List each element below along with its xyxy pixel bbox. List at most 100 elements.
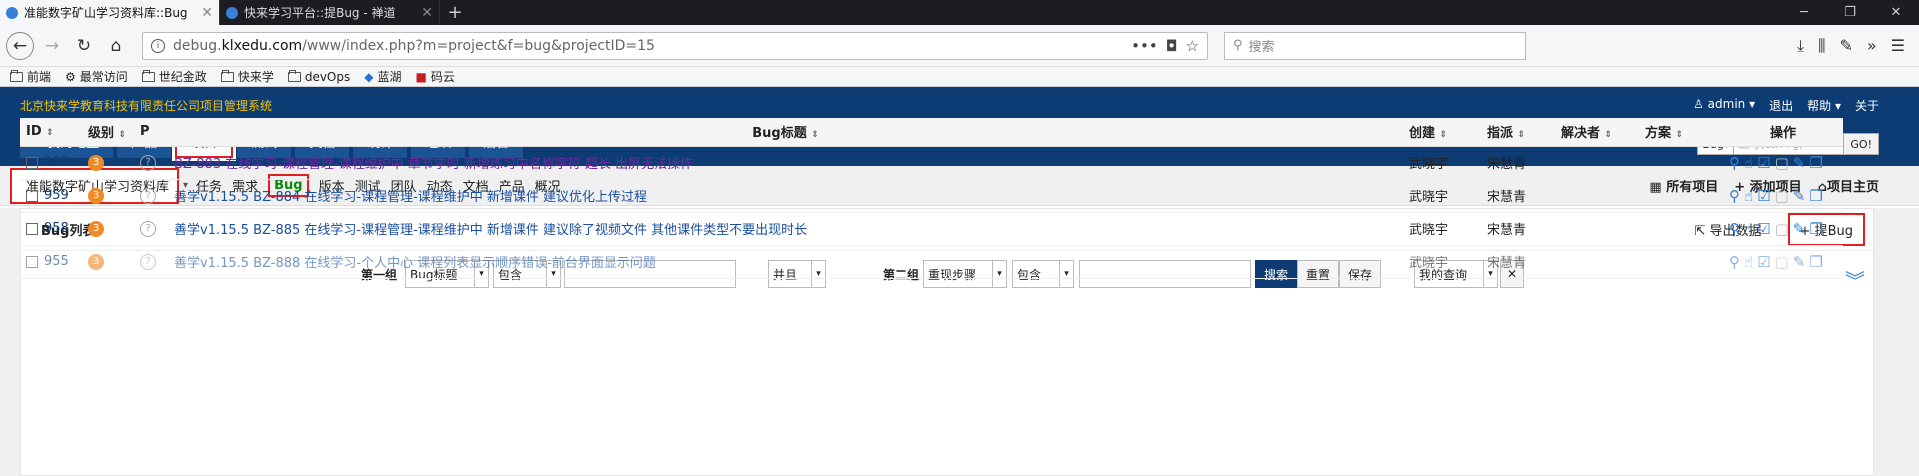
resolver-cell bbox=[1555, 179, 1639, 213]
copy-icon[interactable]: ❐ bbox=[1809, 253, 1826, 271]
browser-tab-2[interactable]: 快来学习平台::提Bug - 禅道 ✕ bbox=[220, 0, 440, 25]
bug-title-link[interactable]: BZ-883 在线学习-课程管理-课程维护中 章节学时 新增练习中名称字符 超长… bbox=[174, 157, 693, 172]
collapse-search-icon[interactable]: ︾ bbox=[1845, 265, 1865, 294]
bug-id-link[interactable]: 960 bbox=[44, 155, 69, 170]
close-bug-icon[interactable]: ▢ bbox=[1775, 220, 1793, 238]
col-id[interactable]: ID ⇕ bbox=[20, 118, 82, 147]
bug-title-link[interactable]: 善学v1.15.5 BZ-888 在线学习-个人中心 课程列表显示顺序错误-前台… bbox=[174, 256, 656, 271]
assignee-cell[interactable]: 宋慧青 bbox=[1481, 146, 1555, 180]
assignee-cell[interactable]: 宋慧青 bbox=[1481, 212, 1555, 246]
assign-icon[interactable]: ☝ bbox=[1744, 187, 1757, 205]
library-icon[interactable]: ⫼ bbox=[1818, 36, 1825, 56]
assign-icon[interactable]: ☝ bbox=[1744, 220, 1757, 238]
creator-cell: 武晓宇 bbox=[1403, 245, 1481, 279]
bug-id-link[interactable]: 958 bbox=[44, 221, 69, 236]
col-creator[interactable]: 创建 ⇕ bbox=[1403, 118, 1481, 147]
resolution-cell bbox=[1639, 212, 1723, 246]
assignee-cell[interactable]: 宋慧青 bbox=[1481, 245, 1555, 279]
col-title[interactable]: Bug标题 ⇕ bbox=[168, 118, 1403, 147]
minimize-icon[interactable]: ─ bbox=[1781, 0, 1827, 25]
more-icon[interactable]: ••• bbox=[1131, 37, 1158, 55]
close-icon[interactable]: ✕ bbox=[201, 5, 213, 21]
browser-search-input[interactable]: ⚲ 搜索 bbox=[1224, 31, 1526, 60]
browser-navbar: ← → ↻ ⌂ i debug.klxedu.com/www/index.php… bbox=[0, 25, 1919, 67]
new-tab-button[interactable]: + bbox=[440, 0, 470, 25]
menu-icon[interactable]: ☰ bbox=[1891, 36, 1905, 56]
browser-tab-1[interactable]: 准能数字矿山学习资料库::Bug ✕ bbox=[0, 0, 220, 25]
bookmark-item[interactable]: devOps bbox=[287, 69, 350, 84]
resolve-icon[interactable]: ☑ bbox=[1757, 220, 1774, 238]
edit-icon[interactable]: ✎ bbox=[1793, 253, 1810, 271]
row-checkbox[interactable] bbox=[26, 189, 38, 202]
url-bar[interactable]: i debug.klxedu.com/www/index.php?m=proje… bbox=[142, 31, 1208, 60]
close-bug-icon[interactable]: ▢ bbox=[1775, 154, 1793, 172]
row-checkbox[interactable] bbox=[26, 156, 38, 169]
help-menu[interactable]: 帮助 ▾ bbox=[1807, 97, 1841, 114]
overflow-icon[interactable]: » bbox=[1867, 36, 1877, 56]
star-icon[interactable]: ☆ bbox=[1186, 37, 1199, 55]
copy-icon[interactable]: ❐ bbox=[1809, 154, 1826, 172]
confirm-icon[interactable]: ⚲ bbox=[1729, 253, 1744, 271]
assignee-cell[interactable]: 宋慧青 bbox=[1481, 179, 1555, 213]
resolve-icon[interactable]: ☑ bbox=[1757, 187, 1774, 205]
confirm-icon[interactable]: ⚲ bbox=[1729, 220, 1744, 238]
bug-title-link[interactable]: 善学v1.15.5 BZ-885 在线学习-课程管理-课程维护中 新增课件 建议… bbox=[174, 223, 807, 238]
user-menu[interactable]: ♙ admin ▾ bbox=[1693, 97, 1755, 114]
wrench-icon[interactable]: ✎ bbox=[1839, 36, 1852, 56]
copy-icon[interactable]: ❐ bbox=[1809, 187, 1826, 205]
col-severity[interactable]: 级别 ⇕ bbox=[82, 118, 134, 147]
user-icon: ♙ bbox=[1693, 97, 1704, 111]
gear-icon: ⚙ bbox=[65, 69, 76, 84]
gitee-icon: ■ bbox=[415, 69, 427, 84]
col-priority[interactable]: P bbox=[134, 118, 168, 147]
logout-link[interactable]: 退出 bbox=[1769, 97, 1793, 114]
bookmark-item[interactable]: 世纪金政 bbox=[141, 68, 207, 85]
bug-title-link[interactable]: 善学v1.15.5 BZ-884 在线学习-课程管理-课程维护中 新增课件 建议… bbox=[174, 190, 647, 205]
copy-icon[interactable]: ❐ bbox=[1809, 220, 1826, 238]
bug-table: ID ⇕ 级别 ⇕ P Bug标题 ⇕ 创建 ⇕ 指派 ⇕ 解决者 ⇕ 方案 ⇕… bbox=[20, 118, 1843, 279]
close-icon[interactable]: ✕ bbox=[421, 5, 433, 21]
back-icon[interactable]: ← bbox=[6, 31, 34, 60]
resolution-cell bbox=[1639, 245, 1723, 279]
confirm-icon[interactable]: ⚲ bbox=[1729, 154, 1744, 172]
creator-cell: 武晓宇 bbox=[1403, 179, 1481, 213]
bug-id-link[interactable]: 959 bbox=[44, 188, 69, 203]
edit-icon[interactable]: ✎ bbox=[1793, 154, 1810, 172]
about-link[interactable]: 关于 bbox=[1855, 97, 1879, 114]
resolution-cell bbox=[1639, 146, 1723, 180]
bookmark-item[interactable]: 前端 bbox=[10, 68, 51, 85]
url-text[interactable]: debug.klxedu.com/www/index.php?m=project… bbox=[173, 38, 1123, 54]
quickgo-button[interactable]: GO! bbox=[1844, 133, 1879, 155]
bookmark-item[interactable]: 快来学 bbox=[220, 68, 274, 85]
close-bug-icon[interactable]: ▢ bbox=[1775, 253, 1793, 271]
bookmark-item[interactable]: ⚙ 最常访问 bbox=[65, 68, 128, 85]
close-bug-icon[interactable]: ▢ bbox=[1775, 187, 1793, 205]
assign-icon[interactable]: ☝ bbox=[1744, 154, 1757, 172]
resolve-icon[interactable]: ☑ bbox=[1757, 154, 1774, 172]
col-resolution[interactable]: 方案 ⇕ bbox=[1639, 118, 1723, 147]
bug-id-link[interactable]: 955 bbox=[44, 254, 69, 269]
user-bar: ♙ admin ▾ 退出 帮助 ▾ 关于 bbox=[1693, 97, 1879, 114]
edit-icon[interactable]: ✎ bbox=[1793, 187, 1810, 205]
row-checkbox[interactable] bbox=[26, 255, 38, 268]
bookmark-item[interactable]: ◆ 蓝湖 bbox=[364, 68, 401, 85]
reload-icon[interactable]: ↻ bbox=[70, 32, 98, 60]
edit-icon[interactable]: ✎ bbox=[1793, 220, 1810, 238]
info-icon[interactable]: i bbox=[151, 38, 165, 53]
col-assignee[interactable]: 指派 ⇕ bbox=[1481, 118, 1555, 147]
resolve-icon[interactable]: ☑ bbox=[1757, 253, 1774, 271]
bookmark-item[interactable]: ■ 码云 bbox=[416, 68, 455, 85]
close-window-icon[interactable]: ✕ bbox=[1873, 0, 1919, 25]
restore-icon[interactable]: ❐ bbox=[1827, 0, 1873, 25]
resolution-cell bbox=[1639, 179, 1723, 213]
forward-icon[interactable]: → bbox=[38, 32, 66, 60]
col-resolver[interactable]: 解决者 ⇕ bbox=[1555, 118, 1639, 147]
severity-badge: 3 bbox=[88, 220, 104, 237]
confirm-icon[interactable]: ⚲ bbox=[1729, 187, 1744, 205]
assign-icon[interactable]: ☝ bbox=[1744, 253, 1757, 271]
severity-badge: 3 bbox=[88, 154, 104, 171]
home-icon[interactable]: ⌂ bbox=[102, 32, 130, 60]
download-icon[interactable]: ⤓ bbox=[1797, 36, 1804, 56]
pocket-icon[interactable]: ◘ bbox=[1166, 37, 1178, 55]
row-checkbox[interactable] bbox=[26, 222, 38, 235]
